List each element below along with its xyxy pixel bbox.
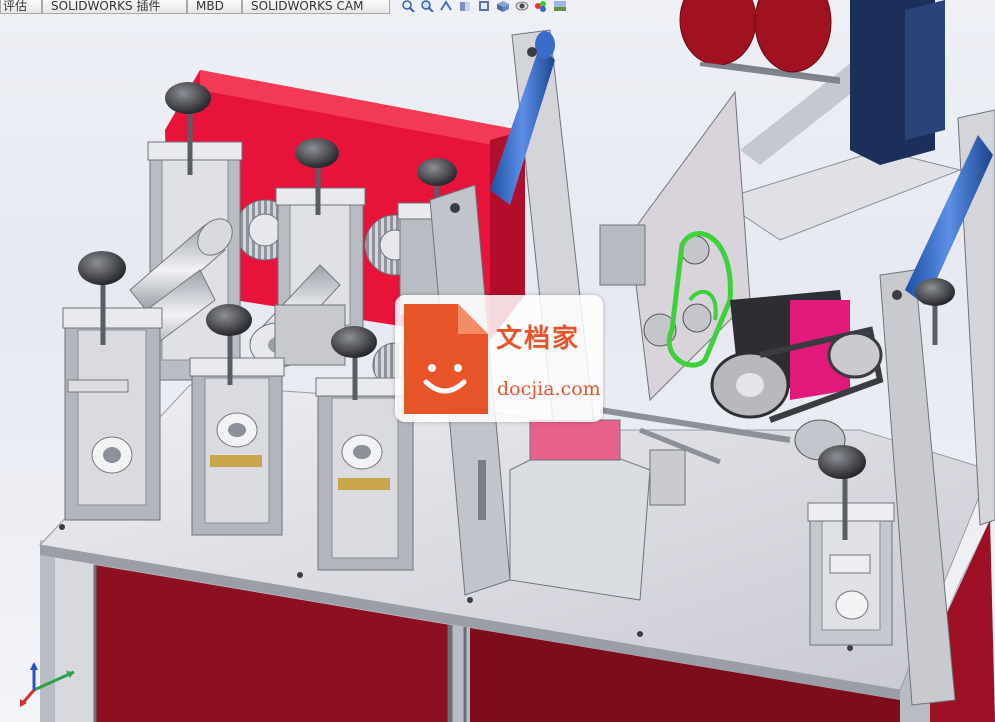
section-view-icon[interactable]: [457, 0, 473, 12]
command-manager-tabs: 评估 SOLIDWORKS 插件 MBD SOLIDWORKS CAM: [0, 0, 390, 14]
tab-solidworks-cam[interactable]: SOLIDWORKS CAM: [242, 0, 390, 14]
film-reels: [679, 0, 841, 84]
reference-triad-icon[interactable]: [14, 662, 78, 712]
document-logo-icon: [404, 304, 488, 414]
heads-up-view-toolbar: [400, 0, 568, 14]
appearance-icon[interactable]: [533, 0, 549, 12]
watermark-url: docjia.com: [497, 378, 601, 400]
hide-show-icon[interactable]: [514, 0, 530, 12]
watermark-name: 文档家: [496, 324, 581, 354]
display-style-icon[interactable]: [495, 0, 511, 12]
tab-mbd[interactable]: MBD: [187, 0, 242, 14]
zoom-area-icon[interactable]: [419, 0, 435, 12]
scene-icon[interactable]: [552, 0, 568, 12]
view-orientation-icon[interactable]: [476, 0, 492, 12]
previous-view-icon[interactable]: [438, 0, 454, 12]
zoom-fit-icon[interactable]: [400, 0, 416, 12]
drive-plate: [599, 90, 751, 402]
tab-evaluate[interactable]: 评估: [0, 0, 42, 14]
tab-solidworks-addins[interactable]: SOLIDWORKS 插件: [42, 0, 187, 14]
